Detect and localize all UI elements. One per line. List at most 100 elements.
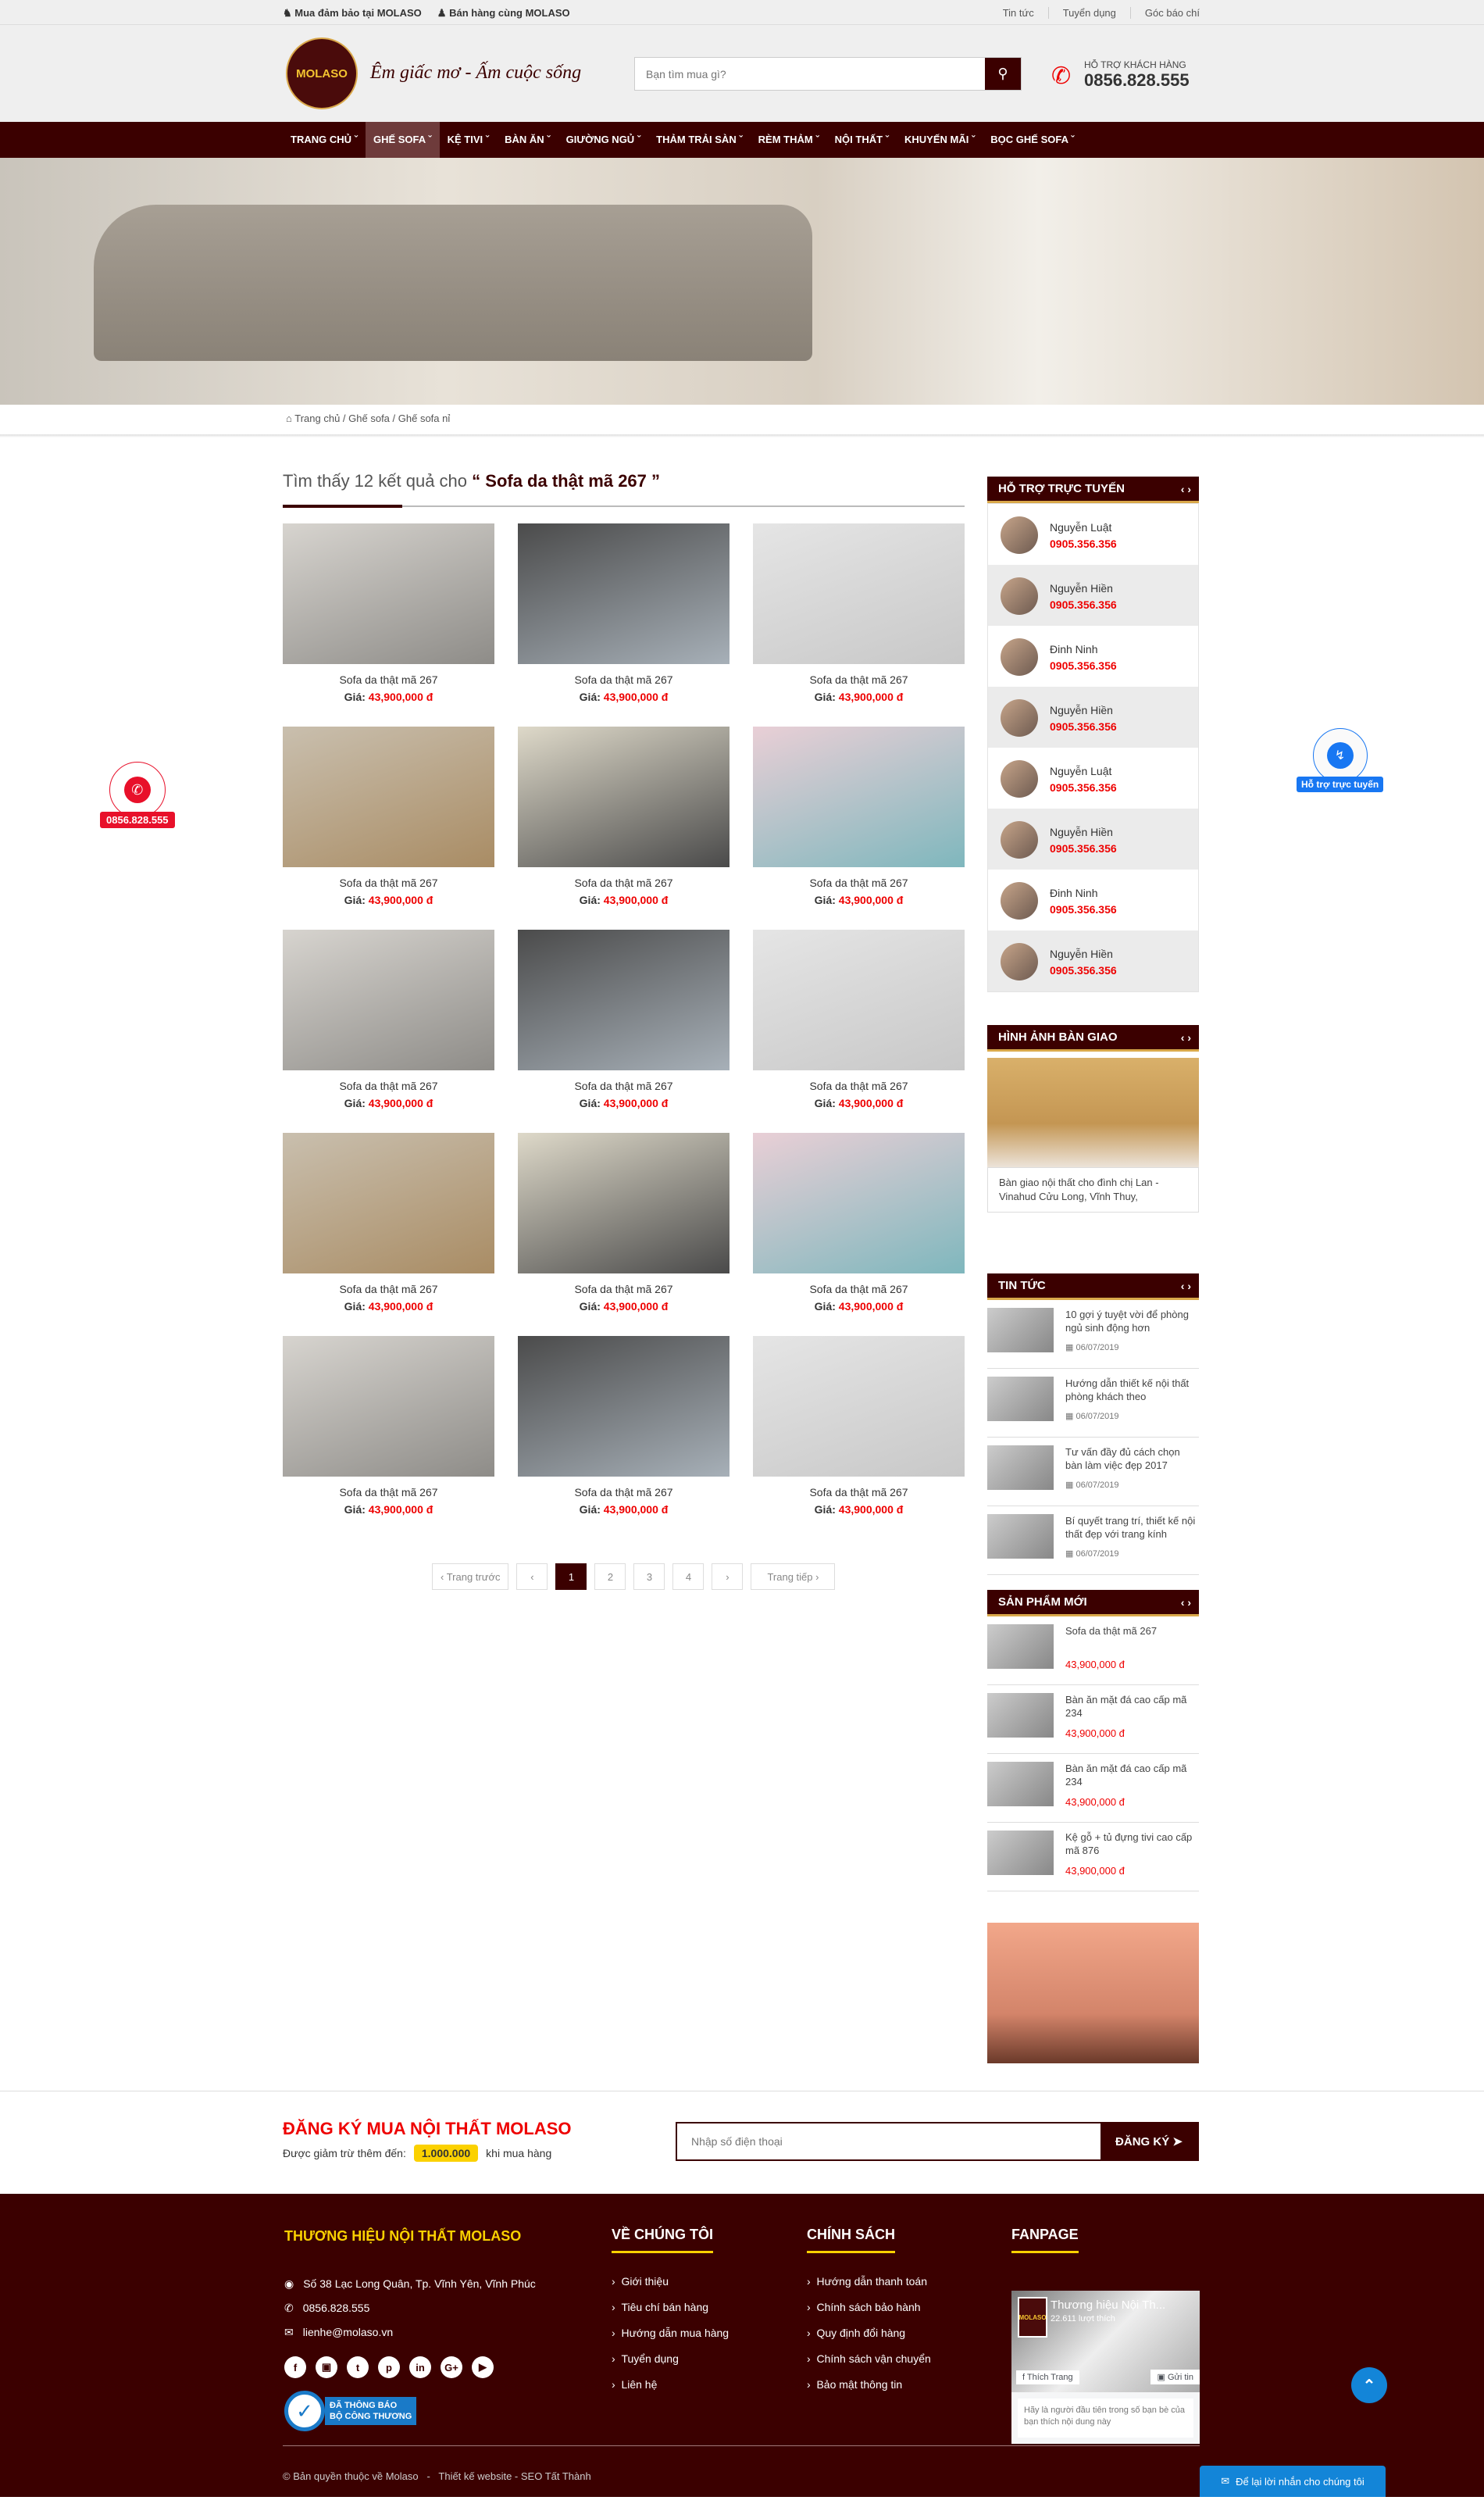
footer-link[interactable]: › Tuyển dụng	[612, 2352, 729, 2365]
guarantee-link[interactable]: ♞ Mua đảm bảo tại MOLASO	[283, 7, 422, 20]
carousel-arrows[interactable]: ‹ ›	[1181, 1590, 1191, 1615]
product-thumbnail[interactable]	[987, 1624, 1054, 1669]
logo[interactable]: MOLASO	[286, 38, 358, 109]
product-name[interactable]: Bàn ăn mặt đá cao cấp mã 234	[1065, 1693, 1198, 1720]
nav-item[interactable]: NỘI THẤT ˇ	[827, 122, 897, 158]
hotline-number[interactable]: 0856.828.555	[1084, 70, 1190, 91]
product-image[interactable]	[753, 1336, 965, 1477]
product-name[interactable]: Sofa da thật mã 267	[518, 877, 730, 889]
footer-link[interactable]: › Chính sách vận chuyển	[807, 2352, 931, 2365]
support-phone[interactable]: 0905.356.356	[1050, 903, 1117, 916]
nav-item[interactable]: BÀN ĂN ˇ	[497, 122, 558, 158]
nav-item[interactable]: GIƯỜNG NGỦ ˇ	[558, 122, 649, 158]
sell-link[interactable]: ♟ Bán hàng cùng MOLASO	[437, 7, 570, 20]
support-phone[interactable]: 0905.356.356	[1050, 842, 1117, 855]
product-name[interactable]: Sofa da thật mã 267	[518, 1080, 730, 1092]
product-thumbnail[interactable]	[987, 1831, 1054, 1875]
support-item[interactable]: Nguyễn Hiền 0905.356.356	[988, 809, 1198, 870]
google-plus-icon[interactable]: G+	[441, 2356, 462, 2378]
product-card[interactable]: Sofa da thật mã 267 Giá: 43,900,000 đ	[283, 1336, 494, 1516]
news-thumbnail[interactable]	[987, 1445, 1054, 1490]
footer-link[interactable]: › Tiêu chí bán hàng	[612, 2301, 729, 2313]
product-name[interactable]: Sofa da thật mã 267	[518, 1283, 730, 1295]
search-input[interactable]	[635, 58, 979, 90]
product-name[interactable]: Sofa da thật mã 267	[518, 673, 730, 686]
product-name[interactable]: Sofa da thật mã 267	[518, 1486, 730, 1498]
footer-email[interactable]: lienhe@molaso.vn	[303, 2326, 393, 2339]
floating-call-button[interactable]: ✆ 0856.828.555	[100, 762, 175, 828]
product-image[interactable]	[518, 1336, 730, 1477]
carousel-arrows[interactable]: ‹ ›	[1181, 1273, 1191, 1298]
phone-input[interactable]	[677, 2123, 1099, 2159]
new-product-item[interactable]: Kệ gỗ + tủ đựng tivi cao cấp mã 876 43,90…	[987, 1823, 1199, 1891]
footer-link[interactable]: › Quy định đổi hàng	[807, 2327, 931, 2339]
nav-item[interactable]: THẢM TRẢI SÀN ˇ	[648, 122, 751, 158]
news-item[interactable]: Tư vấn đầy đủ cách chọn bàn làm việc đẹp…	[987, 1438, 1199, 1506]
youtube-icon[interactable]: ▶	[472, 2356, 494, 2378]
nav-item[interactable]: RÈM THẢM ˇ	[751, 122, 827, 158]
new-product-item[interactable]: Sofa da thật mã 267 43,900,000 đ	[987, 1616, 1199, 1685]
product-name[interactable]: Sofa da thật mã 267	[283, 877, 494, 889]
new-product-item[interactable]: Bàn ăn mặt đá cao cấp mã 234 43,900,000 đ	[987, 1685, 1199, 1754]
new-product-item[interactable]: Bàn ăn mặt đá cao cấp mã 234 43,900,000 đ	[987, 1754, 1199, 1823]
product-name[interactable]: Sofa da thật mã 267	[283, 1486, 494, 1498]
product-image[interactable]	[283, 727, 494, 867]
product-card[interactable]: Sofa da thật mã 267 Giá: 43,900,000 đ	[753, 1336, 965, 1516]
footer-link[interactable]: › Giới thiệu	[612, 2275, 729, 2288]
page-4[interactable]: 4	[672, 1563, 705, 1590]
product-name[interactable]: Sofa da thật mã 267	[753, 1080, 965, 1092]
page-2[interactable]: 2	[594, 1563, 626, 1590]
footer-phone[interactable]: 0856.828.555	[303, 2302, 370, 2315]
register-button[interactable]: ĐĂNG KÝ ➤	[1101, 2123, 1197, 2159]
nav-item[interactable]: TRANG CHỦ ˇ	[283, 122, 366, 158]
product-card[interactable]: Sofa da thật mã 267 Giá: 43,900,000 đ	[518, 930, 730, 1109]
page-1[interactable]: 1	[555, 1563, 587, 1590]
news-title[interactable]: Hướng dẫn thiết kế nội thất phòng khách …	[1065, 1377, 1198, 1403]
support-phone[interactable]: 0905.356.356	[1050, 538, 1117, 550]
support-phone[interactable]: 0905.356.356	[1050, 781, 1117, 794]
product-thumbnail[interactable]	[987, 1693, 1054, 1738]
news-title[interactable]: Tư vấn đầy đủ cách chọn bàn làm việc đẹp…	[1065, 1445, 1198, 1472]
product-image[interactable]	[283, 523, 494, 664]
product-card[interactable]: Sofa da thật mã 267 Giá: 43,900,000 đ	[753, 727, 965, 906]
news-link[interactable]: Tin tức	[1003, 7, 1034, 19]
product-card[interactable]: Sofa da thật mã 267 Giá: 43,900,000 đ	[518, 1133, 730, 1313]
careers-link[interactable]: Tuyển dụng	[1047, 7, 1116, 19]
fanpage-cover[interactable]: MOLASO Thương hiệu Nội Th... 22.611 lượt…	[1011, 2291, 1200, 2392]
prev-arrow-button[interactable]: ‹	[516, 1563, 548, 1590]
news-title[interactable]: 10 gợi ý tuyệt vời để phòng ngủ sinh độn…	[1065, 1308, 1198, 1334]
breadcrumb-sofa[interactable]: Ghế sofa	[348, 413, 390, 424]
footer-link[interactable]: › Bảo mật thông tin	[807, 2378, 931, 2391]
carousel-arrows[interactable]: ‹ ›	[1181, 1025, 1191, 1050]
support-item[interactable]: Nguyễn Luật 0905.356.356	[988, 504, 1198, 565]
product-name[interactable]: Sofa da thật mã 267	[283, 1080, 494, 1092]
footer-link[interactable]: › Chính sách bảo hành	[807, 2301, 931, 2313]
leave-message-button[interactable]: ✉ Để lại lời nhắn cho chúng tôi	[1200, 2466, 1386, 2497]
product-image[interactable]	[283, 930, 494, 1070]
footer-link[interactable]: › Hướng dẫn mua hàng	[612, 2327, 729, 2339]
nav-item[interactable]: BỌC GHẾ SOFA ˇ	[983, 122, 1082, 158]
support-item[interactable]: Nguyễn Luật 0905.356.356	[988, 748, 1198, 809]
product-thumbnail[interactable]	[987, 1762, 1054, 1806]
support-phone[interactable]: 0905.356.356	[1050, 964, 1117, 977]
delivery-image[interactable]	[987, 1058, 1199, 1167]
product-card[interactable]: Sofa da thật mã 267 Giá: 43,900,000 đ	[518, 523, 730, 703]
send-message-button[interactable]: ▣ Gửi tin	[1150, 2370, 1200, 2384]
like-page-button[interactable]: f Thích Trang	[1016, 2370, 1079, 2384]
delivery-caption[interactable]: Bàn giao nội thất cho đình chị Lan - Vin…	[987, 1167, 1199, 1213]
news-thumbnail[interactable]	[987, 1377, 1054, 1421]
support-item[interactable]: Đinh Ninh 0905.356.356	[988, 870, 1198, 930]
next-page-button[interactable]: Trang tiếp ›	[751, 1563, 836, 1590]
product-card[interactable]: Sofa da thật mã 267 Giá: 43,900,000 đ	[518, 1336, 730, 1516]
product-name[interactable]: Sofa da thật mã 267	[1065, 1624, 1198, 1638]
product-name[interactable]: Kệ gỗ + tủ đựng tivi cao cấp mã 876	[1065, 1831, 1198, 1857]
search-button[interactable]: ⚲	[985, 58, 1021, 90]
news-thumbnail[interactable]	[987, 1514, 1054, 1559]
product-name[interactable]: Sofa da thật mã 267	[283, 673, 494, 686]
pinterest-icon[interactable]: p	[378, 2356, 400, 2378]
nav-item[interactable]: KHUYẾN MÃI ˇ	[897, 122, 983, 158]
product-card[interactable]: Sofa da thật mã 267 Giá: 43,900,000 đ	[283, 523, 494, 703]
nav-item[interactable]: GHẾ SOFA ˇ	[365, 122, 440, 158]
news-title[interactable]: Bí quyết trang trí, thiết kế nội thất đẹ…	[1065, 1514, 1198, 1541]
news-item[interactable]: Bí quyết trang trí, thiết kế nội thất đẹ…	[987, 1506, 1199, 1575]
